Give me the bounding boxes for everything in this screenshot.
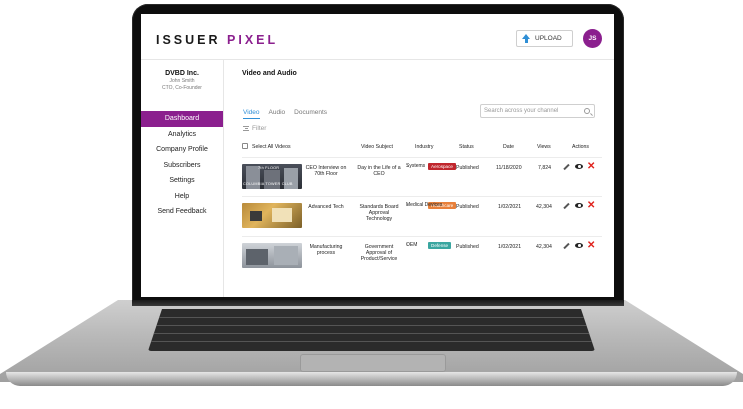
search-placeholder: Search across your channel <box>484 108 559 114</box>
sidebar-item-settings[interactable]: Settings <box>141 173 223 189</box>
filter-icon <box>243 126 249 131</box>
sidebar-item-company-profile[interactable]: Company Profile <box>141 142 223 158</box>
sidebar-item-send-feedback[interactable]: Send Feedback <box>141 204 223 220</box>
edit-icon[interactable] <box>563 242 570 250</box>
header-select: Select All Videos <box>252 143 291 150</box>
header-actions: Actions <box>572 143 590 150</box>
sidebar-item-help[interactable]: Help <box>141 189 223 205</box>
page-title: Video and Audio <box>242 70 297 77</box>
video-title[interactable]: Advanced Tech <box>304 204 348 210</box>
view-icon[interactable] <box>575 203 583 208</box>
video-thumbnail[interactable]: 7th FLOOR COLUMBIA TOWER CLUB <box>242 164 302 189</box>
sidebar-nav: Dashboard Analytics Company Profile Subs… <box>141 111 223 220</box>
filter-button[interactable]: Filter <box>243 125 266 132</box>
video-subject: Day in the Life of a CEO <box>357 165 401 177</box>
tab-video[interactable]: Video <box>243 109 260 119</box>
thumbnail-text-top: 7th FLOOR <box>258 166 280 170</box>
upload-icon <box>522 34 531 43</box>
edit-icon[interactable] <box>563 202 570 210</box>
industry-sub: Medical Devices <box>406 202 443 208</box>
sidebar-item-subscribers[interactable]: Subscribers <box>141 158 223 174</box>
delete-icon[interactable]: ✕ <box>587 201 595 211</box>
sidebar-item-dashboard[interactable]: Dashboard <box>141 111 223 127</box>
top-bar: ISSUER PIXEL UPLOAD JS <box>141 14 614 60</box>
media-tabs: Video Audio Documents <box>243 109 327 119</box>
sidebar: DVBD Inc. John Smith CTO, Co-Founder Das… <box>141 60 224 297</box>
table-row[interactable]: 7th FLOOR COLUMBIA TOWER CLUB CEO Interv… <box>242 157 602 195</box>
status-text: Published <box>456 204 479 210</box>
laptop-hinge <box>132 300 624 306</box>
industry-sub: Systems <box>406 163 426 169</box>
company-role: CTO, Co-Founder <box>162 85 202 91</box>
industry-badge: Aerospace <box>428 163 456 170</box>
header-subject: Video Subject <box>361 143 393 150</box>
industry-sub: OEM <box>406 242 418 248</box>
sidebar-item-analytics[interactable]: Analytics <box>141 127 223 143</box>
date-text: 1/02/2021 <box>498 204 522 210</box>
upload-label: UPLOAD <box>535 35 562 42</box>
company-info: DVBD Inc. John Smith CTO, Co-Founder <box>141 70 223 91</box>
views-text: 42,304 <box>536 244 552 250</box>
date-text: 11/18/2020 <box>496 165 522 171</box>
view-icon[interactable] <box>575 243 583 248</box>
industry-badge: Defense <box>428 242 452 249</box>
table-header: Select All Videos Video Subject Industry… <box>242 143 602 155</box>
company-user: John Smith <box>169 78 195 84</box>
video-title[interactable]: CEO Interview on 70th Floor <box>304 165 348 177</box>
status-text: Published <box>456 244 479 250</box>
video-thumbnail[interactable] <box>242 243 302 268</box>
avatar[interactable]: JS <box>583 29 602 48</box>
status-text: Published <box>456 165 479 171</box>
view-icon[interactable] <box>575 164 583 169</box>
header-industry: Industry <box>415 143 434 150</box>
views-text: 7,824 <box>538 165 551 171</box>
app-logo[interactable]: ISSUER PIXEL <box>156 33 278 47</box>
delete-icon[interactable]: ✕ <box>587 241 595 251</box>
header-views: Views <box>537 143 551 150</box>
upload-button[interactable]: UPLOAD <box>516 30 573 47</box>
video-title[interactable]: Manufacturing process <box>304 244 348 256</box>
logo-accent: PIXEL <box>227 33 279 47</box>
video-subject: Government Approval of Product/Service <box>360 244 398 262</box>
laptop-touchpad <box>300 354 446 372</box>
header-status: Status <box>459 143 474 150</box>
company-name: DVBD Inc. <box>165 70 199 77</box>
video-subject: Standards Board Approval Technology <box>359 204 399 222</box>
laptop-base-edge <box>6 372 737 386</box>
delete-icon[interactable]: ✕ <box>587 162 595 172</box>
tab-documents[interactable]: Documents <box>294 109 327 119</box>
tab-audio[interactable]: Audio <box>269 109 286 119</box>
select-all-checkbox[interactable] <box>242 143 248 149</box>
date-text: 1/02/2021 <box>498 244 522 250</box>
header-date: Date <box>503 143 514 150</box>
search-icon[interactable] <box>584 108 590 114</box>
laptop-screen: ISSUER PIXEL UPLOAD JS DVBD Inc. John Sm… <box>141 14 614 297</box>
views-text: 42,304 <box>536 204 552 210</box>
video-thumbnail[interactable] <box>242 203 302 228</box>
edit-icon[interactable] <box>563 163 570 171</box>
search-input[interactable]: Search across your channel <box>480 104 595 118</box>
table-row[interactable]: Manufacturing process Government Approva… <box>242 236 602 274</box>
laptop-keyboard <box>148 309 595 351</box>
main-content: Video and Audio Video Audio Documents Se… <box>224 60 614 297</box>
filter-label: Filter <box>252 125 267 132</box>
table-row[interactable]: Advanced Tech Standards Board Approval T… <box>242 196 602 234</box>
logo-primary: ISSUER <box>156 33 221 47</box>
thumbnail-text-bottom: COLUMBIA TOWER CLUB <box>243 182 293 186</box>
